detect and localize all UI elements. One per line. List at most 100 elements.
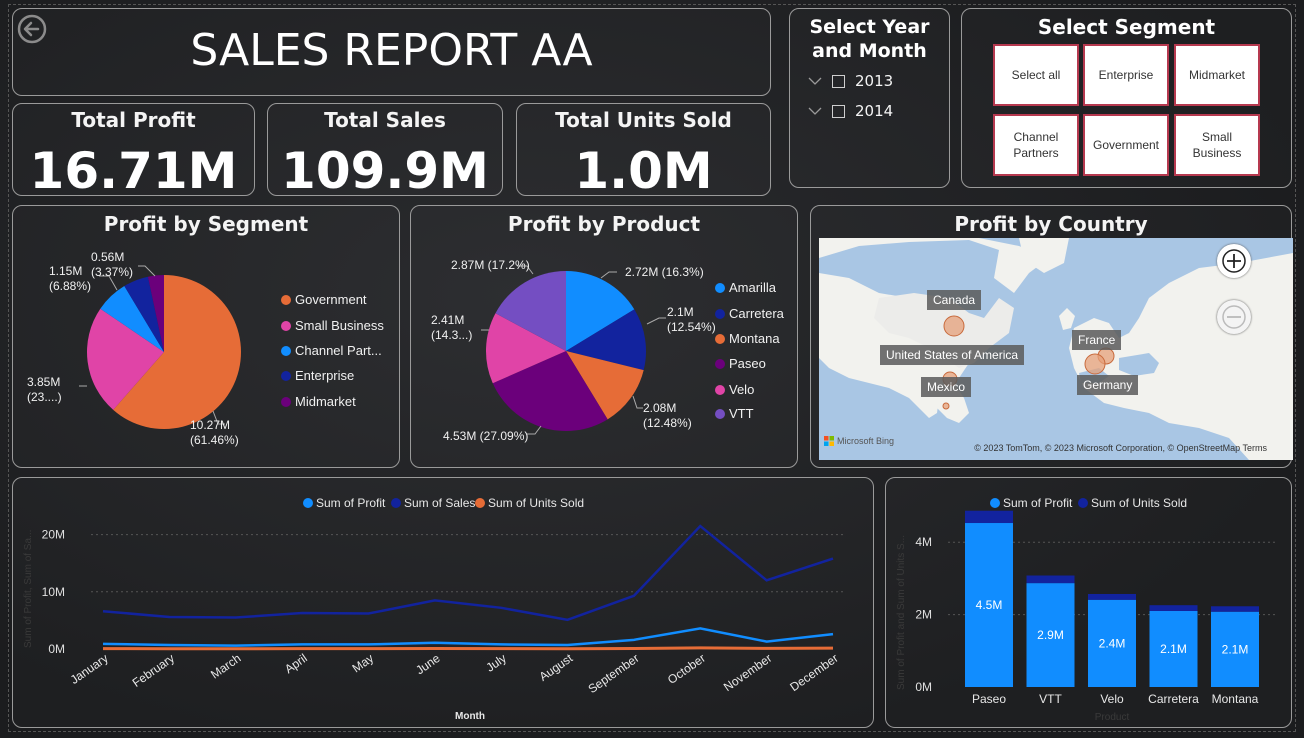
checkbox[interactable] bbox=[832, 74, 845, 88]
leader-line bbox=[632, 395, 643, 409]
x-tick-label: July bbox=[483, 651, 509, 675]
data-label-government: 10.27M bbox=[190, 418, 230, 432]
kpi-label: Total Units Sold bbox=[555, 108, 732, 132]
line-series-sum-of-profit[interactable] bbox=[102, 627, 834, 647]
x-tick-label: May bbox=[350, 651, 377, 675]
segment-tile-channel-partners[interactable]: Channel Partners bbox=[993, 114, 1079, 176]
legend-dot bbox=[281, 345, 291, 356]
data-label-carretera: 2.1M bbox=[667, 305, 694, 319]
y-tick-label: 4M bbox=[915, 535, 932, 549]
segment-slicer: Select Segment Select all Enterprise Mid… bbox=[961, 8, 1292, 188]
data-label-carretera: (12.54%) bbox=[667, 320, 716, 334]
checkbox[interactable] bbox=[832, 104, 845, 118]
chevron-down-icon[interactable] bbox=[808, 106, 822, 116]
legend-label-sum-of-profit[interactable]: Sum of Profit bbox=[316, 496, 386, 510]
bar-units-vtt[interactable] bbox=[1026, 575, 1075, 584]
bar-data-label: 2.1M bbox=[1222, 642, 1249, 656]
legend-item-enterprise[interactable]: Enterprise bbox=[281, 368, 354, 383]
legend-item-channel-partners[interactable]: Channel Part... bbox=[281, 343, 382, 358]
map-label-canada: Canada bbox=[927, 290, 982, 310]
bar-units-paseo[interactable] bbox=[965, 510, 1013, 524]
line-series-sum-of-units-sold[interactable] bbox=[102, 646, 834, 651]
legend-dot bbox=[281, 294, 291, 305]
monthly-line-chart: Sum of Profit Sum of Sales Sum of Units So… bbox=[23, 496, 845, 722]
legend-item-velo[interactable]: Velo bbox=[715, 382, 754, 397]
legend-label-sum-of-profit[interactable]: Sum of Profit bbox=[1003, 496, 1073, 510]
x-tick-label: February bbox=[130, 651, 177, 690]
bar-data-label: 2.1M bbox=[1160, 642, 1187, 656]
leader-line bbox=[138, 265, 156, 277]
legend-label-sum-of-sales[interactable]: Sum of Sales bbox=[404, 496, 475, 510]
legend-item-government[interactable]: Government bbox=[281, 292, 367, 307]
map-label-mexico: Mexico bbox=[921, 377, 972, 397]
legend-dot bbox=[303, 498, 313, 508]
legend-dot bbox=[281, 396, 291, 407]
zoom-in-button[interactable] bbox=[1217, 244, 1251, 278]
title-card: SALES REPORT AA bbox=[12, 8, 771, 96]
data-label-small-business: 3.85M bbox=[27, 375, 60, 389]
data-label-government: (61.46%) bbox=[190, 433, 239, 447]
map-label-usa: United States of America bbox=[880, 345, 1025, 365]
kpi-value: 1.0M bbox=[574, 142, 713, 200]
year-option-2013[interactable]: 2013 bbox=[808, 72, 893, 90]
bar-units-carretera[interactable] bbox=[1149, 605, 1198, 611]
bar-units-montana[interactable] bbox=[1211, 606, 1259, 612]
legend-label-sum-of-units-sold[interactable]: Sum of Units Sold bbox=[488, 496, 584, 510]
legend-dot bbox=[715, 384, 725, 395]
data-label-midmarket: 0.56M bbox=[91, 250, 124, 264]
legend-label-sum-of-units-sold[interactable]: Sum of Units Sold bbox=[1091, 496, 1187, 510]
legend-item-amarilla[interactable]: Amarilla bbox=[715, 280, 776, 295]
year-option-2014[interactable]: 2014 bbox=[808, 102, 893, 120]
bar-data-label: 2.9M bbox=[1037, 628, 1064, 642]
slicer-title: Select Segment bbox=[1037, 15, 1216, 39]
segment-tile-small-business[interactable]: Small Business bbox=[1174, 114, 1260, 176]
legend-item-midmarket[interactable]: Midmarket bbox=[281, 394, 356, 409]
legend-item-small-business[interactable]: Small Business bbox=[281, 318, 384, 333]
bubble-canada[interactable] bbox=[943, 315, 965, 337]
legend-item-carretera[interactable]: Carretera bbox=[715, 306, 784, 321]
chevron-down-icon[interactable] bbox=[808, 76, 822, 86]
leader-line bbox=[600, 271, 617, 279]
segment-tile-midmarket[interactable]: Midmarket bbox=[1174, 44, 1260, 106]
legend-item-paseo[interactable]: Paseo bbox=[715, 356, 766, 371]
legend-dot bbox=[715, 333, 725, 344]
page-title: SALES REPORT AA bbox=[190, 25, 593, 76]
x-tick-label: December bbox=[787, 651, 840, 694]
data-label-montana: 2.08M bbox=[643, 401, 676, 415]
segment-tile-government[interactable]: Government bbox=[1083, 114, 1169, 176]
x-tick-label: October bbox=[665, 651, 708, 687]
line-series-sum-of-sales[interactable] bbox=[102, 524, 834, 622]
legend-item-vtt[interactable]: VTT bbox=[715, 406, 754, 421]
x-tick-label: April bbox=[282, 651, 310, 676]
legend-dot bbox=[281, 320, 291, 331]
slicer-title: Select Year and Month bbox=[809, 16, 930, 62]
bubble-mexico[interactable] bbox=[942, 402, 950, 410]
legend-item-montana[interactable]: Montana bbox=[715, 331, 780, 346]
country-map[interactable]: Canada United States of America Mexico F… bbox=[819, 238, 1293, 460]
bar-data-label: 2.4M bbox=[1099, 636, 1126, 650]
bar-units-velo[interactable] bbox=[1088, 593, 1136, 600]
segment-tile-select-all[interactable]: Select all bbox=[993, 44, 1079, 106]
y-tick-label: 2M bbox=[915, 608, 932, 622]
kpi-label: Total Profit bbox=[71, 108, 196, 132]
data-label-amarilla: 2.72M (16.3%) bbox=[625, 265, 704, 279]
legend-dot bbox=[990, 498, 1000, 508]
x-tick-label: Montana bbox=[1212, 692, 1259, 706]
bubble-germany[interactable] bbox=[1084, 353, 1106, 375]
profit-by-country-card: Profit by Country Canada United States o… bbox=[810, 205, 1293, 468]
y-tick-label: 10M bbox=[42, 585, 65, 599]
data-label-midmarket: (3.37%) bbox=[91, 265, 133, 279]
segment-pie-chart: 10.27M(61.46%) 3.85M(23....) 1.15M(6.88%) 0… bbox=[27, 250, 241, 447]
segment-tile-enterprise[interactable]: Enterprise bbox=[1083, 44, 1169, 106]
kpi-total-profit: Total Profit 16.71M bbox=[12, 103, 255, 200]
data-label-channel-partners: 1.15M bbox=[49, 264, 82, 278]
panel-title: Profit by Country bbox=[954, 212, 1148, 236]
profit-by-product-card: Profit by Product 2.72M (16.3%) 2.1M (12.5… bbox=[410, 205, 798, 468]
plus-icon bbox=[1222, 249, 1246, 273]
map-attribution[interactable]: © 2023 TomTom, © 2023 Microsoft Corporat… bbox=[974, 443, 1267, 453]
legend-dot bbox=[715, 282, 725, 293]
legend-dot bbox=[475, 498, 485, 508]
y-tick-label: 0M bbox=[915, 680, 932, 694]
y-tick-label: 20M bbox=[42, 528, 65, 542]
zoom-out-button[interactable] bbox=[1217, 300, 1251, 334]
